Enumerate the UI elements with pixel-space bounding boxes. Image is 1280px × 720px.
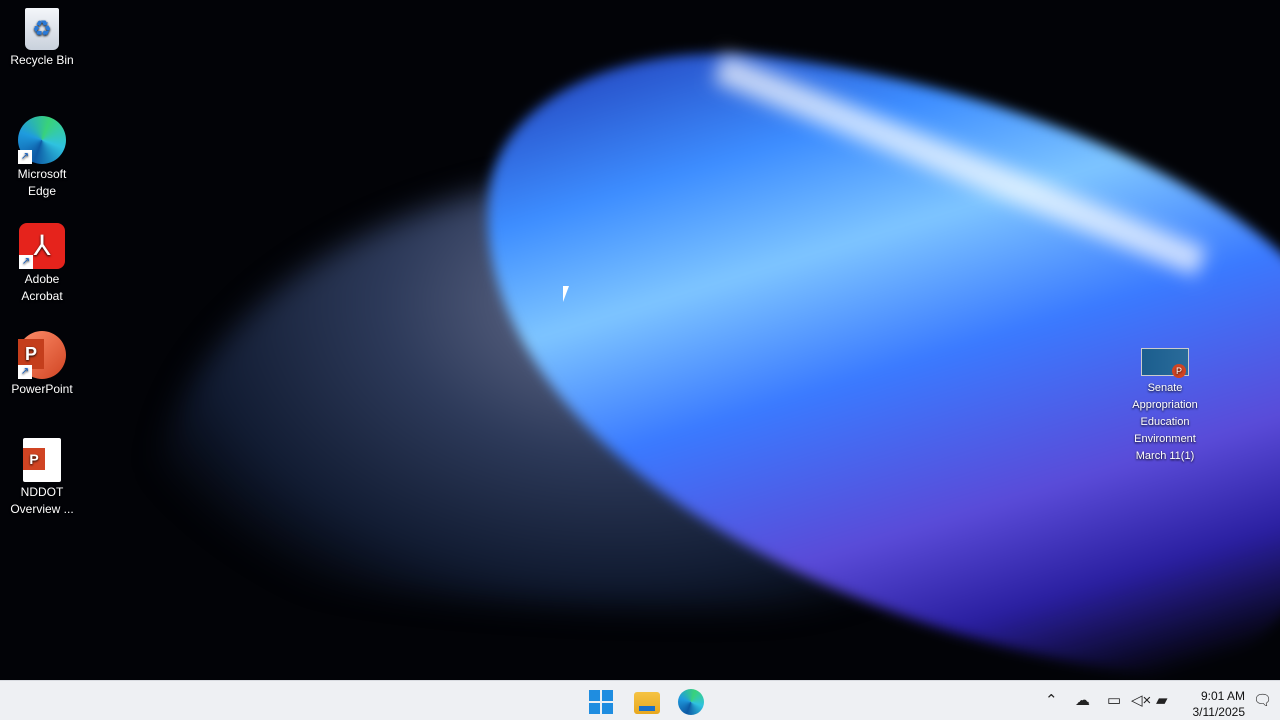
desktop-icon-powerpoint[interactable]: P ↗ PowerPoint [4,331,80,398]
icon-label: Recycle Bin [10,53,74,67]
clock-time: 9:01 AM [1200,689,1245,703]
desktop-icon-edge[interactable]: ↗ Microsoft Edge [4,116,80,200]
battery-icon[interactable]: ▰ [1156,691,1168,709]
mouse-cursor [563,286,575,302]
recycle-bin-icon: ♻ [25,8,59,50]
pptx-file-icon: P [23,438,61,482]
powerpoint-icon: P ↗ [18,331,66,379]
desktop[interactable]: ♻ Recycle Bin ↗ Microsoft Edge ⅄ ↗ Adobe … [0,0,1280,680]
shortcut-arrow-icon: ↗ [18,365,32,379]
clock[interactable]: 9:01 AM 3/11/2025 [1193,688,1246,720]
volume-muted-icon[interactable]: ◁× [1131,691,1151,709]
onedrive-offline-icon[interactable]: ☁ [1075,691,1090,709]
icon-label: PowerPoint [11,382,73,396]
taskbar: ⌃ ☁ ▭ ◁× ▰ 9:01 AM 3/11/2025 🗨 [0,680,1280,720]
notification-icon[interactable]: 🗨 [1253,691,1272,709]
chevron-up-icon[interactable]: ⌃ [1045,691,1058,709]
pptx-thumbnail-icon: P [1141,348,1189,378]
start-icon[interactable] [589,690,613,714]
desktop-icon-acrobat[interactable]: ⅄ ↗ Adobe Acrobat [4,223,80,305]
icon-label: Microsoft Edge [17,167,67,198]
clock-date: 3/11/2025 [1192,705,1246,719]
icon-label: NDDOT Overview ... [10,485,74,516]
edge-icon: ↗ [18,116,66,164]
shortcut-arrow-icon: ↗ [19,255,33,269]
edge-icon[interactable] [678,689,704,715]
desktop-icon-nddot-overview[interactable]: P NDDOT Overview ... [4,438,80,518]
acrobat-icon: ⅄ ↗ [19,223,65,269]
shortcut-arrow-icon: ↗ [18,150,32,164]
desktop-icon-recycle-bin[interactable]: ♻ Recycle Bin [4,8,80,69]
icon-label: Adobe Acrobat [21,272,63,303]
desktop-icon-senate-appropriation[interactable]: P Senate Appropriation Education Environ… [1127,348,1203,465]
file-explorer-icon[interactable] [634,692,660,714]
network-icon[interactable]: ▭ [1107,691,1121,709]
icon-label: Senate Appropriation Education Environme… [1132,382,1198,462]
